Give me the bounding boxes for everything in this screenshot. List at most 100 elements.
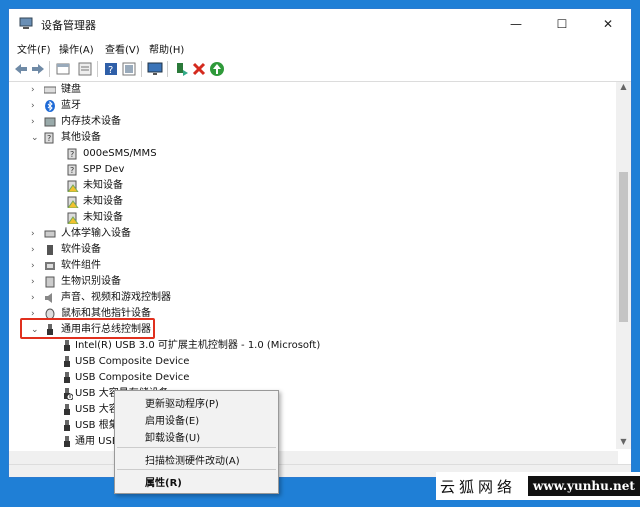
scroll-up-icon[interactable]: ▲ [616,82,631,94]
menu-properties[interactable]: 属性(R) [145,474,182,489]
site-watermark: 云狐网络 www.yunhu.net [436,472,640,500]
svg-text:?: ? [70,166,74,175]
uninstall-x-icon[interactable] [191,61,207,77]
menu-uninstall-device[interactable]: 卸载设备(U) [145,429,200,444]
tree-item-label: 人体学输入设备 [61,228,131,239]
tree-item-label: SPP Dev [83,164,125,175]
tree-item-label: 内存技术设备 [61,116,121,127]
menu-update-driver[interactable]: 更新驱动程序(P) [145,395,219,410]
minimize-button[interactable]: — [493,9,539,39]
unknown-device-icon: ? [44,132,54,144]
menu-separator [117,447,276,448]
scroll-down-icon[interactable]: ▼ [616,437,631,449]
toolbar-separator [49,61,50,77]
menu-help[interactable]: 帮助(H) [149,41,184,56]
vertical-scrollbar[interactable]: ▲ ▼ [616,82,631,449]
window-title: 设备管理器 [41,19,96,32]
tree-item-keyboard[interactable]: › 键盘 [31,82,231,98]
svg-text:?: ? [47,134,51,143]
tree-item-usb-device[interactable]: USB 大容 [61,402,121,418]
usb-icon [64,372,70,383]
enable-device-icon[interactable] [209,61,225,77]
biometric-icon [45,276,55,288]
disabled-usb-icon [64,388,73,400]
chevron-right-icon[interactable]: › [31,114,41,130]
menu-separator [117,469,276,470]
usb-icon [64,436,70,447]
highlight-usb-controllers [20,318,155,339]
list-view-icon[interactable] [77,61,93,77]
tree-item-label: 未知设备 [83,212,123,223]
menu-enable-device[interactable]: 启用设备(E) [145,412,199,427]
chevron-right-icon[interactable]: › [31,274,41,290]
tree-item-label: 软件设备 [61,244,101,255]
menu-bar: 文件(F) 操作(A) 查看(V) 帮助(H) [9,39,631,57]
svg-text:?: ? [108,65,113,76]
chevron-right-icon[interactable]: › [31,242,41,258]
close-button[interactable]: ✕ [585,9,631,39]
tree-item-usb-device[interactable]: Intel(R) USB 3.0 可扩展主机控制器 - 1.0 (Microso… [61,338,401,354]
usb-icon [64,404,70,415]
tree-item-label: USB Composite Device [75,372,190,383]
chevron-right-icon[interactable]: › [31,258,41,274]
tree-item-usb-device[interactable]: USB Composite Device [61,354,261,370]
menu-view[interactable]: 查看(V) [105,41,140,56]
warning-device-icon [67,196,79,208]
usb-icon [64,356,70,367]
menu-action[interactable]: 操作(A) [59,41,94,56]
tree-item-usb-device[interactable]: USB 根集 [61,418,121,434]
toolbar: ? [9,57,631,82]
horizontal-scrollbar[interactable] [9,451,618,465]
chevron-right-icon[interactable]: › [31,82,41,98]
help-icon[interactable]: ? [103,61,119,77]
tree-item-label: 其他设备 [61,132,101,143]
scan-monitor-icon[interactable] [147,61,163,77]
tree-item-label: 未知设备 [83,180,123,191]
tree-item-software-devices[interactable]: › 软件设备 [31,242,291,258]
device-manager-window: 设备管理器 — ☐ ✕ 文件(F) 操作(A) 查看(V) 帮助(H) ? › … [8,8,632,478]
tree-item-other-devices[interactable]: ⌄ ? 其他设备 [31,130,231,146]
watermark-url: www.yunhu.net [528,476,640,496]
tree-item-bluetooth[interactable]: › 蓝牙 [31,98,231,114]
back-arrow-icon[interactable] [13,61,29,77]
scroll-thumb[interactable] [619,172,628,322]
tree-item-label: 蓝牙 [61,100,81,111]
tree-item-device[interactable]: 未知设备 [61,194,261,210]
chevron-down-icon[interactable]: ⌄ [31,130,41,146]
menu-file[interactable]: 文件(F) [17,41,51,56]
update-driver-icon[interactable] [173,61,189,77]
tree-item-label: 键盘 [61,84,81,95]
tree-item-audio-video[interactable]: › 声音、视频和游戏控制器 [31,290,291,306]
tree-item-memory-tech[interactable]: › 内存技术设备 [31,114,231,130]
tree-item-biometric[interactable]: › 生物识别设备 [31,274,291,290]
maximize-button[interactable]: ☐ [539,9,585,39]
tree-item-device[interactable]: ? 000eSMS/MMS [61,146,261,162]
device-manager-icon [19,17,33,29]
details-icon[interactable] [121,61,137,77]
toolbar-separator [167,61,168,77]
tree-item-label: USB Composite Device [75,356,190,367]
toolbar-separator [141,61,142,77]
tree-item-device[interactable]: ? SPP Dev [61,162,261,178]
chevron-right-icon[interactable]: › [31,226,41,242]
chevron-right-icon[interactable]: › [31,290,41,306]
properties-view-icon[interactable] [55,61,71,77]
device-tree: › 键盘 › 蓝牙 › 内存技术设备 ⌄ ? 其他设备 ? 000eSMS/MM… [9,82,618,449]
tree-item-software-components[interactable]: › 软件组件 [31,258,291,274]
tree-item-label: 通用 USB [75,436,119,447]
menu-scan-hardware[interactable]: 扫描检测硬件改动(A) [145,452,240,467]
forward-arrow-icon[interactable] [30,61,46,77]
tree-item-usb-device[interactable]: USB Composite Device [61,370,261,386]
tree-item-device[interactable]: 未知设备 [61,178,261,194]
tree-item-hid[interactable]: › 人体学输入设备 [31,226,291,242]
tree-item-device[interactable]: 未知设备 [61,210,261,226]
svg-text:?: ? [70,150,74,159]
chevron-right-icon[interactable]: › [31,98,41,114]
title-bar[interactable]: 设备管理器 — ☐ ✕ [9,9,631,39]
tree-item-usb-device[interactable]: 通用 USB [61,434,121,449]
usb-icon [64,420,70,431]
tree-item-label: 000eSMS/MMS [83,148,157,159]
memory-device-icon [44,117,56,127]
warning-device-icon [67,180,79,192]
hid-icon [44,230,56,238]
